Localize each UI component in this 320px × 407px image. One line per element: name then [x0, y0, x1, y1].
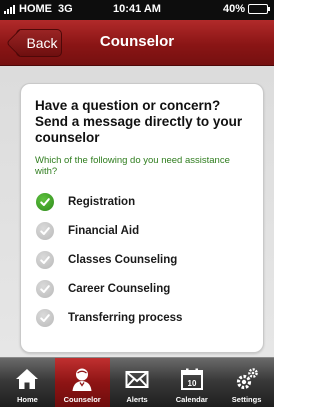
checkmark-icon [36, 308, 54, 327]
tab-label: Home [16, 395, 38, 404]
tab-settings[interactable]: Settings [219, 358, 274, 407]
checkmark-icon [36, 250, 54, 269]
option-label: Registration [68, 195, 136, 208]
card-heading: Have a question or concern? Send a messa… [35, 98, 243, 145]
tab-label: Calendar [175, 395, 208, 404]
card-subheading: Which of the following do you need assis… [35, 155, 230, 177]
tab-calendar[interactable]: 10 Calendar [164, 358, 219, 407]
envelope-icon [124, 366, 150, 395]
status-bar: HOME 3G 10:41 AM 40% [0, 0, 274, 20]
option-career-counseling[interactable]: Career Counseling [35, 274, 251, 303]
tab-bar: Home Counselor Alerts 10 Calendar Settings [0, 357, 274, 407]
tab-alerts[interactable]: Alerts [110, 358, 165, 407]
home-icon [14, 366, 40, 395]
option-label: Classes Counseling [68, 253, 178, 266]
assistance-card: Have a question or concern? Send a messa… [20, 83, 264, 353]
option-label: Financial Aid [68, 224, 140, 237]
checkmark-icon [36, 221, 54, 240]
option-transferring-process[interactable]: Transferring process [35, 303, 251, 332]
battery-status: 40% [222, 3, 270, 15]
tab-label: Settings [231, 395, 262, 404]
tab-counselor[interactable]: Counselor [54, 358, 110, 407]
option-label: Career Counseling [68, 282, 171, 295]
content-area[interactable]: Have a question or concern? Send a messa… [0, 66, 274, 357]
checkmark-icon [36, 279, 54, 298]
tab-home[interactable]: Home [0, 358, 55, 407]
option-classes-counseling[interactable]: Classes Counseling [35, 245, 251, 274]
checkmark-icon [36, 192, 54, 211]
navigation-bar: Back Counselor [0, 20, 274, 66]
counselor-icon [69, 366, 95, 395]
svg-text:10: 10 [187, 379, 196, 388]
tab-label: Alerts [126, 395, 148, 404]
assistance-options: Registration Financial Aid Classes Counsel… [35, 187, 251, 332]
option-label: Transferring process [68, 311, 183, 324]
option-registration[interactable]: Registration [35, 187, 251, 216]
battery-percent: 40% [222, 3, 245, 15]
tab-label: Counselor [63, 395, 101, 404]
battery-icon [248, 4, 270, 14]
page-title: Counselor [99, 33, 175, 50]
option-financial-aid[interactable]: Financial Aid [35, 216, 251, 245]
calendar-icon: 10 [179, 366, 205, 395]
gears-icon [234, 366, 260, 395]
